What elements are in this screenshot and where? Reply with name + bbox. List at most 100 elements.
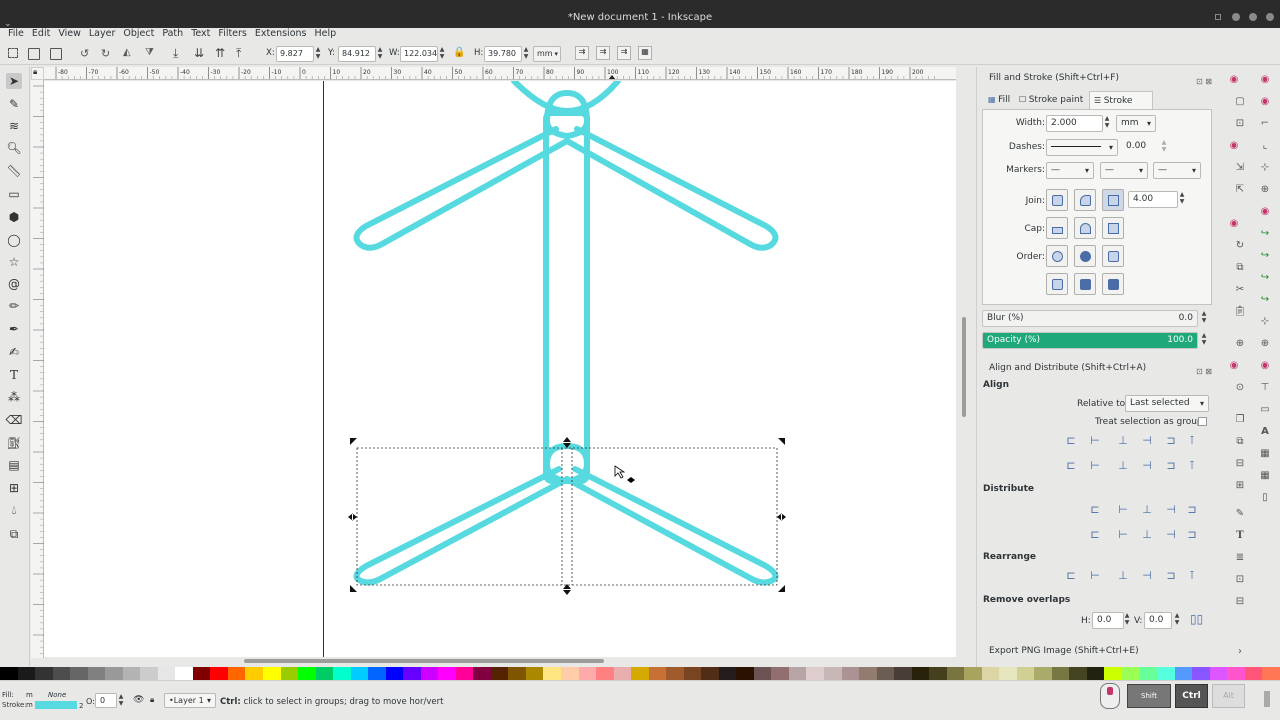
save-icon[interactable]: ⊡ [1233, 117, 1247, 131]
snap-grid-icon[interactable]: ▦ [1258, 447, 1272, 461]
distribute-bottom-icon[interactable]: ⊥ [1140, 528, 1154, 542]
palette-swatch[interactable] [1227, 667, 1245, 680]
menu-text[interactable]: Text [187, 28, 214, 41]
snap-bbox-midpoint-icon[interactable]: ⊹ [1258, 161, 1272, 175]
horizontal-scrollbar[interactable] [44, 657, 956, 665]
snap-bbox-center-icon[interactable]: ⊕ [1258, 183, 1272, 197]
rotate-ccw-icon[interactable]: ↺ [80, 47, 89, 60]
palette-swatch[interactable] [298, 667, 316, 680]
lock-guides-icon[interactable]: 🔒︎ [33, 67, 37, 77]
palette-swatch[interactable] [315, 667, 334, 680]
handle-top-left[interactable] [350, 438, 357, 445]
ungroup-icon[interactable]: ⊞ [1233, 479, 1247, 493]
palette-swatch[interactable] [490, 667, 509, 680]
x-field[interactable]: 9.827 [276, 46, 314, 62]
snap-cusp-icon[interactable]: ↪ [1258, 271, 1272, 285]
pen-tool-icon[interactable]: ✒ [6, 321, 22, 337]
palette-swatch[interactable] [771, 667, 789, 680]
layer-visibility-icon[interactable]: 👁︎ [133, 695, 144, 705]
cap-butt-button[interactable] [1046, 217, 1068, 239]
y-spinner[interactable]: ▲ ▼ [376, 46, 384, 62]
vertical-scroll-thumb[interactable] [962, 317, 966, 417]
node-tool-icon[interactable]: ✎ [6, 96, 22, 112]
paste-icon[interactable]: 📋︎ [1233, 305, 1247, 319]
menu-path[interactable]: Path [158, 28, 187, 41]
panel-close-icon[interactable]: ⊡ ⊠ [1196, 73, 1212, 91]
align-left-edges-icon[interactable]: ⊢ [1088, 434, 1102, 448]
snap-paths-icon[interactable]: ↪ [1258, 227, 1272, 241]
snap-text-icon[interactable]: A [1258, 425, 1272, 439]
distribute-gaps-h-icon[interactable]: ⊣ [1164, 503, 1178, 517]
raise-to-top-icon[interactable]: ⤒ [236, 46, 241, 61]
palette-swatch[interactable] [1051, 667, 1070, 680]
resize-grip-icon[interactable] [1264, 691, 1270, 707]
mid-marker-select[interactable]: — ▾ [1100, 162, 1148, 179]
redo-icon[interactable]: ↻ [1233, 239, 1247, 253]
w-spinner[interactable]: ▲ ▼ [438, 46, 446, 62]
palette-swatch[interactable] [140, 667, 158, 680]
opacity-indicator-field[interactable]: 0 [95, 693, 117, 708]
lower-left-arm[interactable] [353, 466, 570, 586]
select-all-layers-icon[interactable] [28, 48, 40, 60]
star-tool-icon[interactable]: ☆ [6, 254, 22, 270]
palette-swatch[interactable] [403, 667, 421, 680]
handle-bottom-left[interactable] [350, 585, 357, 592]
palette-swatch[interactable] [350, 667, 369, 680]
snap-guides-icon[interactable]: ▯ [1258, 491, 1272, 505]
text-tool-icon[interactable]: T [6, 367, 22, 383]
miter-limit-field[interactable]: 4.00 [1128, 191, 1178, 208]
handle-right-middle[interactable] [777, 513, 786, 521]
zoom-drawing-icon[interactable]: ◉ [1227, 359, 1241, 373]
randomize-positions-icon[interactable]: ⊐ [1164, 569, 1178, 583]
palette-swatch[interactable] [438, 667, 456, 680]
cap-square-button[interactable] [1102, 217, 1124, 239]
dash-offset-spinner[interactable]: ▲ ▼ [1160, 139, 1168, 155]
palette-swatch[interactable] [1069, 667, 1087, 680]
stroke-unit-select[interactable]: mm ▾ [1116, 115, 1156, 132]
horizontal-ruler[interactable]: -80 -70 -60 -50 -40 -30 -20 -10 0 10 20 30 40 50 60 70 8… [44, 67, 956, 80]
palette-swatch[interactable] [753, 667, 772, 680]
palette-swatch[interactable] [210, 667, 228, 680]
palette-swatch[interactable] [788, 667, 807, 680]
palette-swatch[interactable] [473, 667, 491, 680]
distribute-gaps-v-icon[interactable]: ⊣ [1164, 528, 1178, 542]
import-icon[interactable]: ⇲ [1233, 161, 1247, 175]
zoom-tool-icon[interactable]: 🔍︎ [6, 140, 22, 156]
unclump-objects-icon[interactable]: ⊺ [1185, 569, 1199, 583]
treat-group-checkbox[interactable] [1198, 417, 1207, 426]
palette-swatch[interactable] [280, 667, 299, 680]
order-stroke-fill-button[interactable] [1074, 245, 1096, 267]
gradient-tool-icon[interactable]: ▤ [6, 457, 22, 473]
relative-to-select[interactable]: Last selected ▾ [1125, 395, 1209, 412]
menu-extensions[interactable]: Extensions [251, 28, 311, 41]
order-normal-button[interactable] [1046, 245, 1068, 267]
palette-swatch[interactable] [87, 667, 106, 680]
overlap-h-spinner[interactable]: ▲ ▼ [1123, 612, 1131, 628]
palette-swatch[interactable] [508, 667, 526, 680]
new-document-icon[interactable]: ◉ [1227, 73, 1241, 87]
snap-bbox-corner-icon[interactable]: ⌞ [1258, 139, 1272, 153]
exchange-clockwise-icon[interactable]: ⊣ [1140, 569, 1154, 583]
xml-editor-icon[interactable]: ⊡ [1233, 573, 1247, 587]
palette-swatch[interactable] [455, 667, 474, 680]
window-minimize-icon[interactable] [1215, 14, 1221, 20]
palette-swatch[interactable] [648, 667, 667, 680]
bottom-loop[interactable] [544, 443, 590, 484]
palette-swatch[interactable] [245, 667, 263, 680]
w-field[interactable]: 122.034 [400, 46, 438, 62]
palette-swatch[interactable] [175, 667, 193, 680]
snap-smooth-icon[interactable]: ↪ [1258, 293, 1272, 307]
palette-swatch[interactable] [1104, 667, 1122, 680]
palette-swatch[interactable] [17, 667, 36, 680]
scale-stroke-icon[interactable]: ⇉ [575, 46, 589, 60]
lower-icon[interactable]: ⇊ [194, 46, 204, 60]
remove-overlaps-icon[interactable]: ▯▯ [1190, 612, 1203, 626]
palette-swatch[interactable] [122, 667, 141, 680]
palette-swatch[interactable] [1209, 667, 1228, 680]
palette-swatch[interactable] [333, 667, 351, 680]
3d-box-tool-icon[interactable]: ⬢ [6, 209, 22, 225]
palette-swatch[interactable] [1122, 667, 1140, 680]
dash-pattern-select[interactable]: ▾ [1046, 139, 1118, 156]
snap-bbox-icon[interactable]: ◉ [1258, 95, 1272, 109]
lower-to-bottom-icon[interactable]: ⤓ [173, 46, 178, 61]
